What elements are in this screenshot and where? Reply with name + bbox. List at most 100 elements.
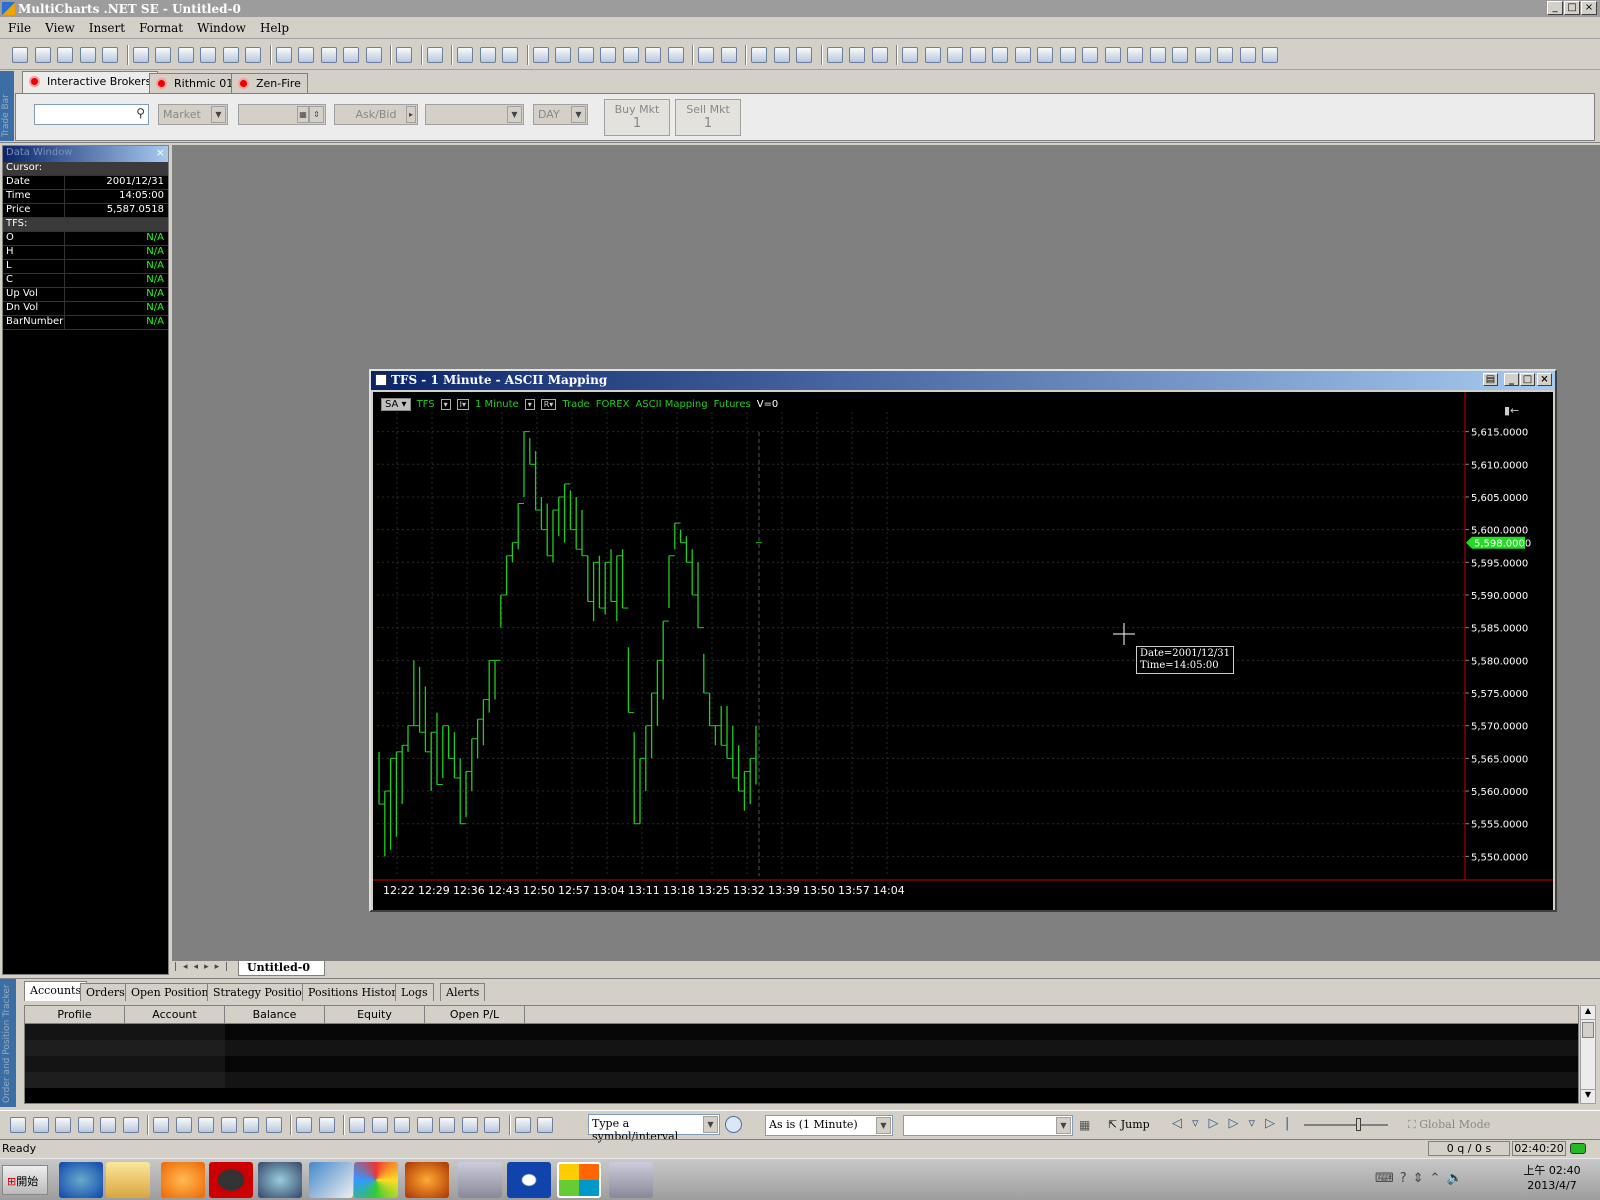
minimize-button[interactable]: _ <box>1547 1 1563 15</box>
menu-window[interactable]: Window <box>189 18 252 35</box>
chart-window-icon[interactable] <box>132 47 149 63</box>
jump-button[interactable]: ⇱ Jump <box>1108 1118 1150 1131</box>
order-type-select[interactable]: Market ▼ <box>158 104 228 125</box>
ray-icon[interactable] <box>100 1117 116 1133</box>
sell-market-button[interactable]: Sell Mkt 1 <box>675 99 741 136</box>
grid-scrollbar[interactable]: ▲ ▼ <box>1580 1005 1596 1104</box>
cross-icon[interactable] <box>600 47 616 63</box>
dropdown-icon[interactable] <box>365 47 382 63</box>
chart-maximize-button[interactable]: □ <box>1520 373 1535 386</box>
cycle-lines-icon[interactable] <box>243 1117 259 1133</box>
crosshair-icon[interactable] <box>720 47 737 63</box>
vertical-line-icon[interactable] <box>55 1117 71 1133</box>
open-dropdown-icon[interactable] <box>57 47 73 63</box>
broker-tab-rithmic[interactable]: Rithmic 01 <box>149 73 241 93</box>
menu-view[interactable]: View <box>37 18 81 35</box>
picasa-icon[interactable] <box>354 1162 398 1198</box>
optimize-icon[interactable] <box>396 47 412 63</box>
internet-explorer-icon[interactable] <box>59 1162 103 1198</box>
menu-help[interactable]: Help <box>252 18 295 35</box>
buy-market-button[interactable]: Buy Mkt 1 <box>604 99 670 136</box>
chart-close-button[interactable]: × <box>1537 373 1552 386</box>
tab-logs[interactable]: Logs <box>395 983 434 1001</box>
system-clock[interactable]: 上午 02:40 2013/4/7 <box>1515 1163 1589 1193</box>
comment-icon[interactable] <box>751 47 767 63</box>
interval-dropdown-icon[interactable]: ▾ <box>524 398 535 410</box>
line-icon[interactable] <box>502 47 518 63</box>
accounts-grid[interactable]: Profile Account Balance Equity Open P/L <box>24 1005 1579 1104</box>
account-select[interactable]: ▼ <box>425 104 524 125</box>
table-row[interactable] <box>25 1024 1578 1040</box>
app-icon[interactable] <box>309 1162 353 1198</box>
printer-icon[interactable] <box>458 1162 502 1198</box>
folder-icon[interactable] <box>106 1162 150 1198</box>
range-dropdown-icon[interactable]: R▾ <box>540 398 557 410</box>
new-icon[interactable] <box>12 47 28 63</box>
chart-symbol[interactable]: TFS <box>417 399 435 410</box>
expand-icon[interactable] <box>1104 47 1121 63</box>
zoom-window-icon[interactable] <box>871 47 888 63</box>
scanner-icon[interactable] <box>155 47 171 63</box>
tab-accounts[interactable]: Accounts <box>24 981 88 1001</box>
indicator-icon[interactable] <box>275 47 292 63</box>
start-button[interactable]: ⊞開始 <box>2 1165 48 1195</box>
search-app-icon[interactable] <box>258 1162 302 1198</box>
tab-positions-history[interactable]: Positions History <box>302 983 409 1001</box>
multicharts-task-icon[interactable] <box>557 1162 601 1198</box>
menu-file[interactable]: File <box>0 18 37 35</box>
gann-icon[interactable] <box>175 1117 192 1133</box>
text-icon[interactable] <box>371 1117 388 1133</box>
price-source-button[interactable]: Ask/Bid ▸ <box>334 104 418 125</box>
list-icon[interactable] <box>349 1117 365 1133</box>
format-icon[interactable] <box>426 47 443 63</box>
order-entry-icon[interactable] <box>200 47 216 63</box>
pencil-icon[interactable] <box>296 1117 312 1133</box>
bar-icon[interactable] <box>457 47 473 63</box>
resolution-select[interactable]: As is (1 Minute) ▼ <box>765 1115 893 1136</box>
maximize-button[interactable]: □ <box>1564 1 1580 15</box>
histogram-icon[interactable] <box>645 47 661 63</box>
ae-icon[interactable] <box>198 1117 214 1133</box>
signal-icon[interactable] <box>298 47 314 63</box>
broker-tab-zen-fire[interactable]: Zen-Fire <box>231 73 308 93</box>
jump-date-input[interactable]: ▼ <box>903 1115 1073 1136</box>
column-header-balance[interactable]: Balance <box>225 1006 325 1023</box>
save-icon[interactable] <box>79 47 96 63</box>
chart-interval[interactable]: 1 Minute <box>475 399 519 410</box>
candle-2-icon[interactable] <box>622 47 639 63</box>
column-header-account[interactable]: Account <box>125 1006 225 1023</box>
table-row[interactable] <box>25 1040 1578 1056</box>
fib-icon[interactable] <box>122 1117 139 1133</box>
column-header-open-p-l[interactable]: Open P/L <box>425 1006 525 1023</box>
rotate-icon[interactable] <box>1172 47 1188 63</box>
magnet-icon[interactable] <box>514 1117 531 1133</box>
tab-open-positions[interactable]: Open Positions <box>125 983 221 1001</box>
symbol-dropdown-icon[interactable]: ▾ <box>440 398 451 410</box>
right-icon[interactable] <box>1059 47 1076 63</box>
arc-icon[interactable] <box>439 1117 455 1133</box>
printer-2-icon[interactable] <box>609 1162 653 1198</box>
zoom-in-icon[interactable] <box>1127 47 1143 63</box>
fib-icon[interactable] <box>796 47 812 63</box>
paint-icon[interactable] <box>537 1117 553 1133</box>
tray-icons[interactable]: ⌨?⇕⌃🔈 <box>1375 1171 1469 1186</box>
pnf-icon[interactable] <box>667 47 684 63</box>
hand-icon[interactable] <box>1262 47 1278 63</box>
price-icon[interactable] <box>969 47 986 63</box>
trendline-icon[interactable] <box>10 1117 26 1133</box>
calendar-icon[interactable]: ▦ <box>1079 1118 1090 1132</box>
grid-icon[interactable] <box>318 1117 335 1133</box>
navigator-icon[interactable] <box>507 1162 551 1198</box>
tracker-side-tab[interactable]: Order and Position Tracker <box>0 979 16 1107</box>
time-icon[interactable] <box>947 47 963 63</box>
reset-icon[interactable] <box>1194 47 1211 63</box>
up-arrow-icon[interactable] <box>484 1117 500 1133</box>
slider-thumb[interactable] <box>1356 1118 1361 1131</box>
window-title-bar[interactable]: MultiCharts .NET SE - Untitled-0 <box>0 0 1600 17</box>
first-bar-icon[interactable] <box>902 47 918 63</box>
down-arrow-icon[interactable] <box>1014 47 1031 63</box>
menu-format[interactable]: Format <box>131 18 189 35</box>
app-icon[interactable] <box>2 2 15 15</box>
clock-icon[interactable] <box>725 1116 742 1133</box>
cursor-icon[interactable] <box>698 47 714 63</box>
